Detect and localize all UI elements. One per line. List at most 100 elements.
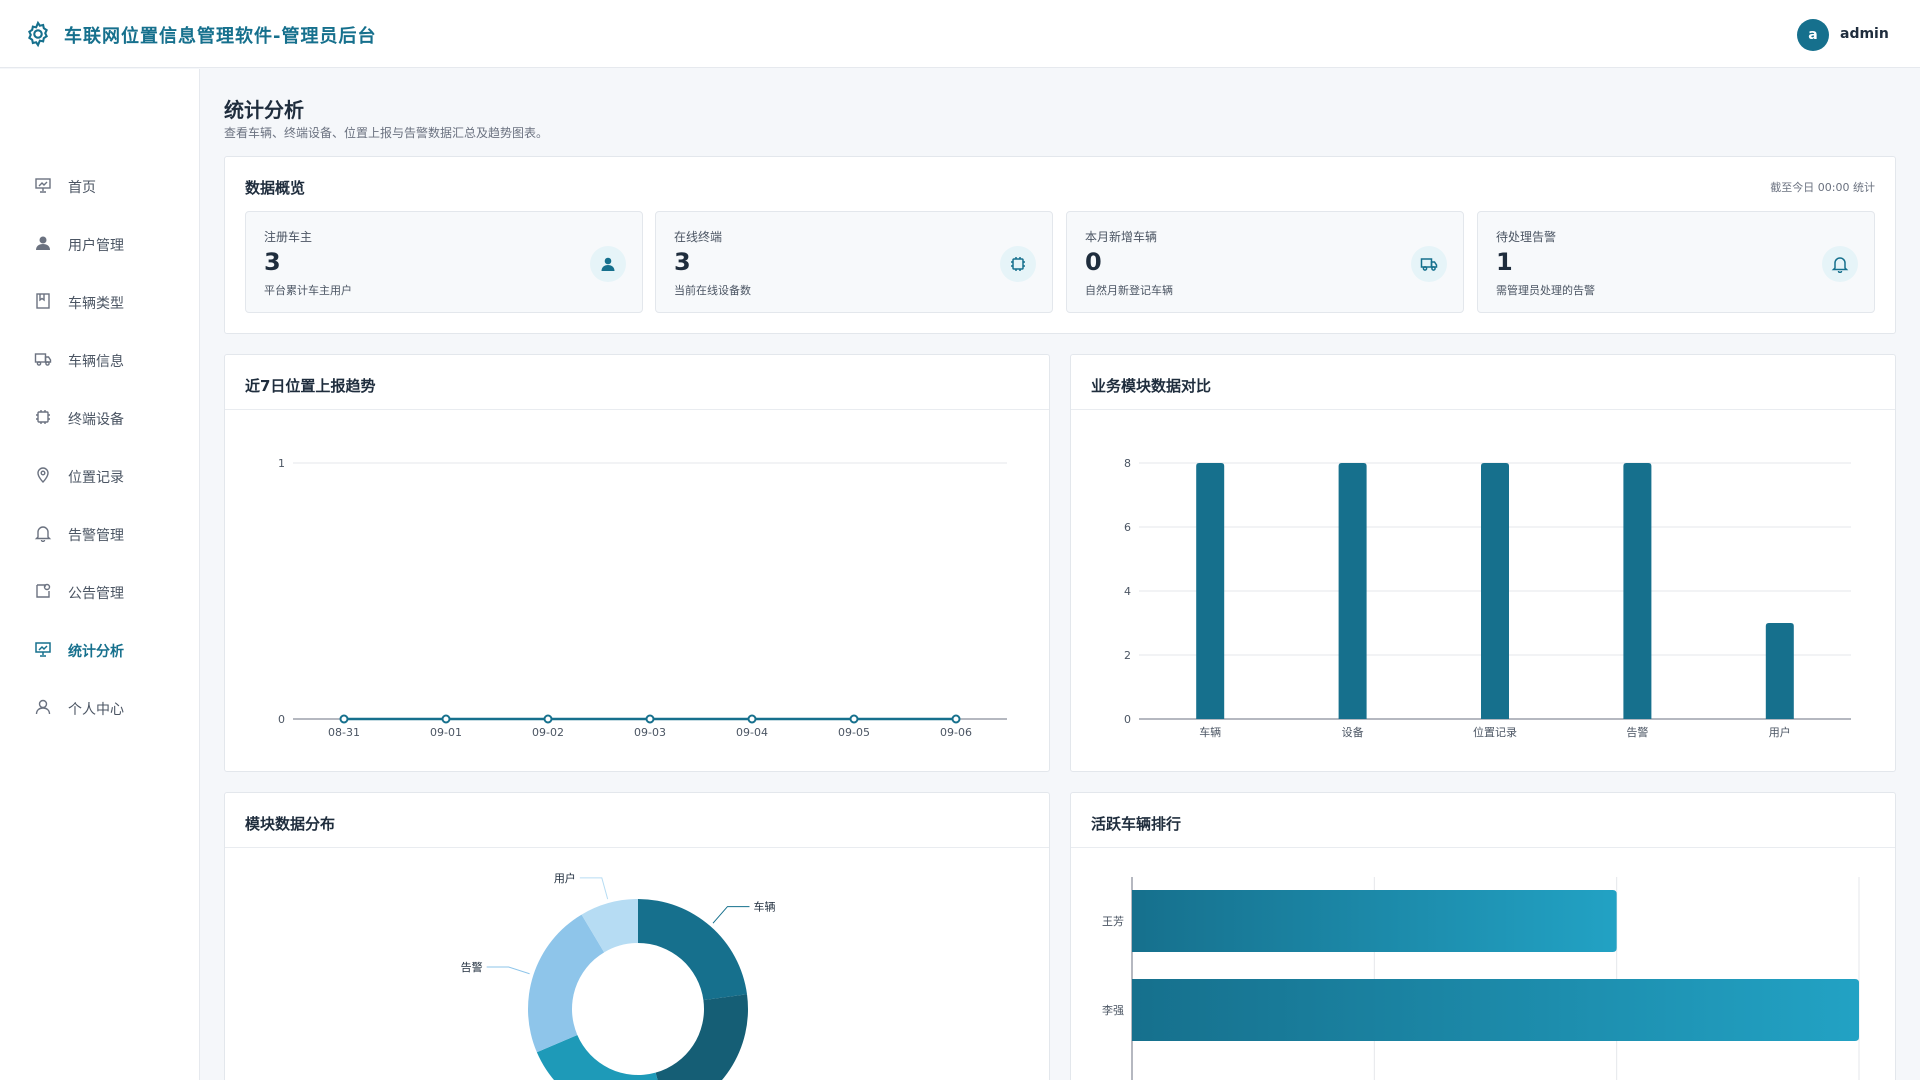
y-tick-label: 8 xyxy=(1124,457,1131,470)
bell-icon xyxy=(34,526,52,542)
stat-value: 1 xyxy=(1496,248,1513,276)
data-point xyxy=(645,714,655,724)
sidebar-item-statistics[interactable]: 统计分析 xyxy=(0,627,199,671)
x-tick-label: 位置记录 xyxy=(1473,725,1517,739)
y-tick-label: 1 xyxy=(278,457,285,470)
bar xyxy=(1623,463,1652,719)
pie-slice xyxy=(655,994,748,1080)
data-point xyxy=(339,714,349,724)
stat-label: 待处理告警 xyxy=(1496,230,1557,244)
overview-title: 数据概览 xyxy=(245,179,306,197)
trend-line-chart: 0 1 08-31 09-01 09-02 09-03 09-04 09-05 09-06 xyxy=(278,457,1007,739)
bar xyxy=(1765,623,1794,719)
sidebar-item-users[interactable]: 用户管理 xyxy=(0,221,199,265)
y-tick-label: 6 xyxy=(1124,521,1131,534)
compare-bar-chart: 0 2 4 6 8 车辆 设备 位置记录 告警 用户 xyxy=(1124,457,1851,739)
data-point xyxy=(747,714,757,724)
data-point xyxy=(543,714,553,724)
x-tick-label: 用户 xyxy=(1769,725,1791,739)
sidebar-item-label: 车辆类型 xyxy=(68,296,124,312)
data-point xyxy=(951,714,961,724)
sidebar-item-label: 公告管理 xyxy=(68,586,124,602)
stat-value: 3 xyxy=(674,248,691,276)
distribution-chart-card: 模块数据分布 车辆 告警 用户 xyxy=(224,792,1050,1080)
top-header: 车联网位置信息管理软件-管理员后台 a admin xyxy=(0,0,1920,68)
location-pin-icon xyxy=(37,467,49,483)
label-line xyxy=(579,877,609,900)
x-tick-label: 08-31 xyxy=(328,726,360,739)
sidebar-item-label: 个人中心 xyxy=(68,702,124,718)
stat-label: 注册车主 xyxy=(264,230,313,244)
slice-label: 用户 xyxy=(554,871,576,885)
sidebar-item-vehicle-types[interactable]: 车辆类型 xyxy=(0,279,199,323)
sidebar-item-label: 终端设备 xyxy=(68,412,124,428)
pie-slice xyxy=(528,914,605,1053)
data-point xyxy=(441,714,451,724)
stat-desc: 需管理员处理的告警 xyxy=(1496,284,1595,297)
x-tick-label: 09-01 xyxy=(430,726,462,739)
avatar[interactable]: a xyxy=(1797,19,1829,51)
label-line xyxy=(712,906,750,924)
overview-note: 截至今日 00:00 统计 xyxy=(1770,181,1875,194)
sidebar: 首页 用户管理 车辆类型 车辆信息 终端设备 位置记录 告警管理 公告管理 统计… xyxy=(0,69,200,1080)
pie-slice xyxy=(638,899,748,1001)
stat-desc: 当前在线设备数 xyxy=(674,284,751,297)
stat-card-online-terminals: 在线终端 3 当前在线设备数 xyxy=(655,211,1053,313)
stat-card-new-vehicles: 本月新增车辆 0 自然月新登记车辆 xyxy=(1066,211,1464,313)
slice-label: 车辆 xyxy=(753,900,775,914)
sidebar-item-home[interactable]: 首页 xyxy=(0,163,199,207)
sidebar-item-location-records[interactable]: 位置记录 xyxy=(0,453,199,497)
person-outline-icon xyxy=(35,699,51,715)
compare-chart-card: 业务模块数据对比 0 2 4 6 8 车辆 设备 位置记录 告警 用户 xyxy=(1070,354,1896,772)
notebook-icon xyxy=(36,293,50,309)
bar xyxy=(1196,463,1225,719)
bar xyxy=(1132,890,1617,952)
sidebar-item-label: 告警管理 xyxy=(68,528,124,544)
bar xyxy=(1338,463,1367,719)
overview-card: 数据概览 截至今日 00:00 统计 注册车主 3 平台累计车主用户 在线终端 … xyxy=(224,156,1896,334)
y-tick-label: 2 xyxy=(1124,649,1131,662)
trend-chart-card: 近7日位置上报趋势 0 1 08-31 09-01 09-02 09-03 09-04 09-… xyxy=(224,354,1050,772)
sidebar-item-vehicle-info[interactable]: 车辆信息 xyxy=(0,337,199,381)
x-tick-label: 09-06 xyxy=(940,726,972,739)
stat-label: 本月新增车辆 xyxy=(1085,230,1158,244)
user-icon xyxy=(590,246,626,282)
user-icon xyxy=(36,236,50,250)
sidebar-item-label: 车辆信息 xyxy=(68,354,124,370)
x-tick-label: 09-04 xyxy=(736,726,768,739)
y-tick-label: 4 xyxy=(1124,585,1131,598)
bar xyxy=(1132,979,1859,1041)
page-description: 查看车辆、终端设备、位置上报与告警数据汇总及趋势图表。 xyxy=(224,126,549,140)
chip-icon xyxy=(1000,246,1036,282)
bell-icon xyxy=(1822,246,1858,282)
stat-value: 0 xyxy=(1085,248,1102,276)
x-tick-label: 告警 xyxy=(1626,725,1648,739)
sidebar-item-terminal-devices[interactable]: 终端设备 xyxy=(0,395,199,439)
page-title: 统计分析 xyxy=(224,98,304,122)
sidebar-item-label: 用户管理 xyxy=(68,238,124,254)
stat-card-pending-alarms: 待处理告警 1 需管理员处理的告警 xyxy=(1477,211,1875,313)
notice-icon xyxy=(36,583,51,598)
sidebar-item-profile[interactable]: 个人中心 xyxy=(0,685,199,729)
y-tick-label: 0 xyxy=(278,713,285,726)
gear-icon[interactable] xyxy=(24,20,52,48)
x-tick-label: 09-05 xyxy=(838,726,870,739)
stat-desc: 平台累计车主用户 xyxy=(264,284,352,297)
ranking-bar-chart: 王芳李强 xyxy=(1102,877,1860,1080)
username[interactable]: admin xyxy=(1840,26,1889,42)
slice-label: 告警 xyxy=(461,960,483,974)
sidebar-item-announcements[interactable]: 公告管理 xyxy=(0,569,199,613)
y-tick-label: 王芳 xyxy=(1102,914,1124,928)
chart-board-icon xyxy=(35,642,51,657)
stat-value: 3 xyxy=(264,248,281,276)
ranking-chart-card: 活跃车辆排行 王芳 李强 xyxy=(1070,792,1896,1080)
sidebar-item-alarms[interactable]: 告警管理 xyxy=(0,511,199,555)
sidebar-item-label: 位置记录 xyxy=(68,470,124,486)
app-title: 车联网位置信息管理软件-管理员后台 xyxy=(64,26,377,47)
label-line xyxy=(486,966,530,975)
stat-card-owners: 注册车主 3 平台累计车主用户 xyxy=(245,211,643,313)
distribution-donut-chart: 车辆告警 用户 xyxy=(461,871,775,1080)
x-tick-label: 设备 xyxy=(1342,725,1364,739)
truck-icon xyxy=(1411,246,1447,282)
bar xyxy=(1481,463,1509,719)
